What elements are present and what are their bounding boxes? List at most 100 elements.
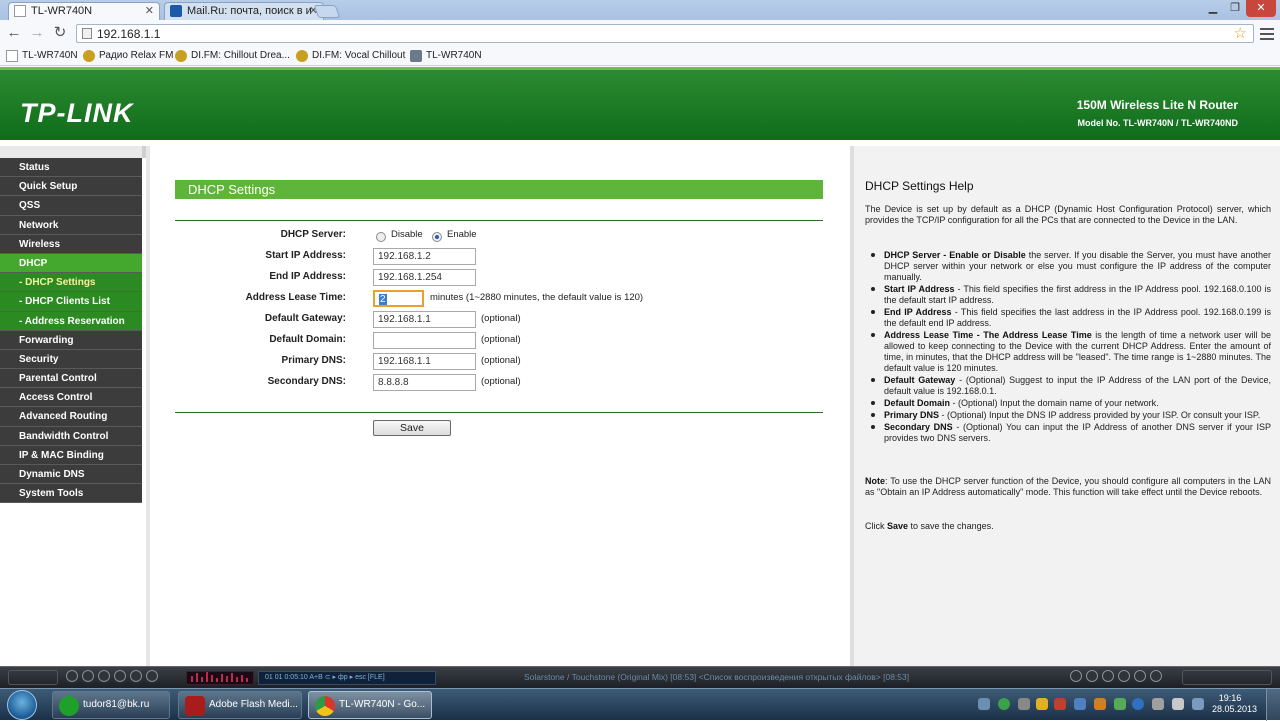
- pause-button[interactable]: [1118, 670, 1130, 682]
- tray-icon[interactable]: [1036, 698, 1048, 710]
- sidebar-top: [0, 146, 146, 158]
- sidebar-item-dynamic-dns[interactable]: Dynamic DNS: [0, 465, 142, 485]
- sidebar-item-qss[interactable]: QSS: [0, 196, 142, 216]
- bookmarks-bar: TL-WR740N Радио Relax FM DI.FM: Chillout…: [0, 46, 1280, 66]
- sidebar-item-address-reservation[interactable]: - Address Reservation: [0, 311, 142, 331]
- player-button[interactable]: [130, 670, 142, 682]
- track-title: Solarstone / Touchstone (Original Mix) […: [524, 672, 910, 682]
- sidebar-item-status[interactable]: Status: [0, 158, 142, 178]
- taskbar-button-mail[interactable]: tudor81@bk.ru: [52, 691, 170, 719]
- main-content: DHCP Settings DHCP Server: Disable Enabl…: [150, 146, 850, 666]
- next-button[interactable]: [1134, 670, 1146, 682]
- close-window-button[interactable]: ✕: [1246, 0, 1276, 17]
- end-ip-input[interactable]: 192.168.1.254: [373, 269, 476, 286]
- radio-icon: [175, 50, 187, 62]
- volume-icon[interactable]: [1172, 698, 1184, 710]
- sidebar-item-wireless[interactable]: Wireless: [0, 234, 142, 254]
- enable-radio[interactable]: [432, 232, 442, 242]
- player-button[interactable]: [114, 670, 126, 682]
- radio-icon: [83, 50, 95, 62]
- optional-note: (optional): [481, 355, 521, 366]
- start-ip-input[interactable]: 192.168.1.2: [373, 248, 476, 265]
- forward-icon[interactable]: →: [28, 24, 46, 42]
- network-icon[interactable]: [1152, 698, 1164, 710]
- default-domain-input[interactable]: [373, 332, 476, 349]
- play-button[interactable]: [1102, 670, 1114, 682]
- bluetooth-icon[interactable]: [1132, 698, 1144, 710]
- start-button[interactable]: [7, 690, 37, 720]
- sidebar-item-parental-control[interactable]: Parental Control: [0, 369, 142, 389]
- sidebar-item-forwarding[interactable]: Forwarding: [0, 330, 142, 350]
- tray-icon[interactable]: [978, 698, 990, 710]
- open-button[interactable]: [1150, 670, 1162, 682]
- sidebar-item-dhcp-settings[interactable]: - DHCP Settings: [0, 273, 142, 293]
- player-button[interactable]: [66, 670, 78, 682]
- primary-dns-input[interactable]: 192.168.1.1: [373, 353, 476, 370]
- secondary-dns-input[interactable]: 8.8.8.8: [373, 374, 476, 391]
- bookmark-label: DI.FM: Vocal Chillout: [312, 50, 406, 61]
- save-button[interactable]: Save: [373, 420, 451, 436]
- restore-button[interactable]: ❐: [1224, 0, 1246, 17]
- prev-button[interactable]: [1070, 670, 1082, 682]
- note-label: Note: [865, 476, 885, 486]
- sidebar-item-security[interactable]: Security: [0, 349, 142, 370]
- sidebar-item-dhcp-clients-list[interactable]: - DHCP Clients List: [0, 292, 142, 312]
- sidebar-item-system-tools[interactable]: System Tools: [0, 484, 142, 504]
- stop-button[interactable]: [1086, 670, 1098, 682]
- player-options[interactable]: [1182, 670, 1272, 685]
- bookmark-item[interactable]: DI.FM: Chillout Drea...: [175, 48, 290, 64]
- tray-icon[interactable]: [1054, 698, 1066, 710]
- flash-media-icon: [185, 696, 205, 716]
- player-button[interactable]: [82, 670, 94, 682]
- sidebar-item-access-control[interactable]: Access Control: [0, 388, 142, 408]
- tab-router[interactable]: TL-WR740N ✕: [8, 2, 160, 20]
- tab-mailru[interactable]: Mail.Ru: почта, поиск в и ✕: [164, 2, 324, 20]
- default-gateway-label: Default Gateway:: [264, 313, 346, 324]
- action-center-icon[interactable]: [1192, 698, 1204, 710]
- minimize-button[interactable]: ▁: [1202, 0, 1224, 17]
- bookmark-item[interactable]: TL-WR740N: [6, 48, 78, 64]
- sidebar-item-quick-setup[interactable]: Quick Setup: [0, 177, 142, 197]
- player-menu[interactable]: [8, 670, 58, 685]
- help-term: Primary DNS: [884, 410, 940, 420]
- reload-icon[interactable]: ↻: [51, 24, 69, 42]
- tray-icon[interactable]: [1094, 698, 1106, 710]
- enable-label: Enable: [447, 229, 477, 240]
- player-button[interactable]: [146, 670, 158, 682]
- tray-icon[interactable]: [998, 698, 1010, 710]
- close-tab-icon[interactable]: ✕: [145, 3, 154, 19]
- tray-icon[interactable]: [1018, 698, 1030, 710]
- lease-time-hint: minutes (1~2880 minutes, the default val…: [430, 292, 644, 303]
- router-icon: [410, 50, 422, 62]
- model-number: Model No. TL-WR740N / TL-WR740ND: [1077, 118, 1238, 128]
- bookmark-item[interactable]: Радио Relax FM: [83, 48, 173, 64]
- player-button[interactable]: [98, 670, 110, 682]
- end-ip-label: End IP Address:: [269, 271, 346, 282]
- tray-icon[interactable]: [1114, 698, 1126, 710]
- back-icon[interactable]: ←: [5, 24, 23, 42]
- menu-icon[interactable]: [1259, 25, 1275, 41]
- bookmark-item[interactable]: DI.FM: Vocal Chillout: [296, 48, 405, 64]
- disable-radio[interactable]: [376, 232, 386, 242]
- bookmark-star-icon[interactable]: ☆: [1234, 24, 1247, 42]
- sidebar-item-dhcp[interactable]: DHCP: [0, 253, 142, 274]
- default-gateway-input[interactable]: 192.168.1.1: [373, 311, 476, 328]
- sidebar-item-ip-mac-binding[interactable]: IP & MAC Binding: [0, 445, 142, 465]
- sidebar-item-network[interactable]: Network: [0, 215, 142, 235]
- sidebar-item-advanced-routing[interactable]: Advanced Routing: [0, 407, 142, 427]
- tray-icon[interactable]: [1074, 698, 1086, 710]
- lease-time-input[interactable]: 2: [373, 290, 424, 307]
- help-item: Default Gateway - (Optional) Suggest to …: [871, 375, 1271, 397]
- taskbar-button-flash[interactable]: Adobe Flash Medi...: [178, 691, 302, 719]
- mail-agent-icon: [59, 696, 79, 716]
- clock-date: 28.05.2013: [1212, 704, 1258, 714]
- new-tab-button[interactable]: [313, 5, 341, 18]
- show-desktop-button[interactable]: [1266, 689, 1280, 721]
- start-ip-label: Start IP Address:: [265, 250, 346, 261]
- taskbar-button-chrome[interactable]: TL-WR740N - Go...: [308, 691, 432, 719]
- address-bar[interactable]: 192.168.1.1 ☆: [76, 24, 1254, 43]
- taskbar-clock[interactable]: 19:16 28.05.2013: [1212, 693, 1258, 715]
- media-player-bar: 01 01 0:05:10 A+B ⊂ ▸ фр ▸ esc [FLE] Sol…: [0, 666, 1280, 688]
- bookmark-item[interactable]: TL-WR740N: [410, 48, 482, 64]
- sidebar-item-bandwidth-control[interactable]: Bandwidth Control: [0, 426, 142, 446]
